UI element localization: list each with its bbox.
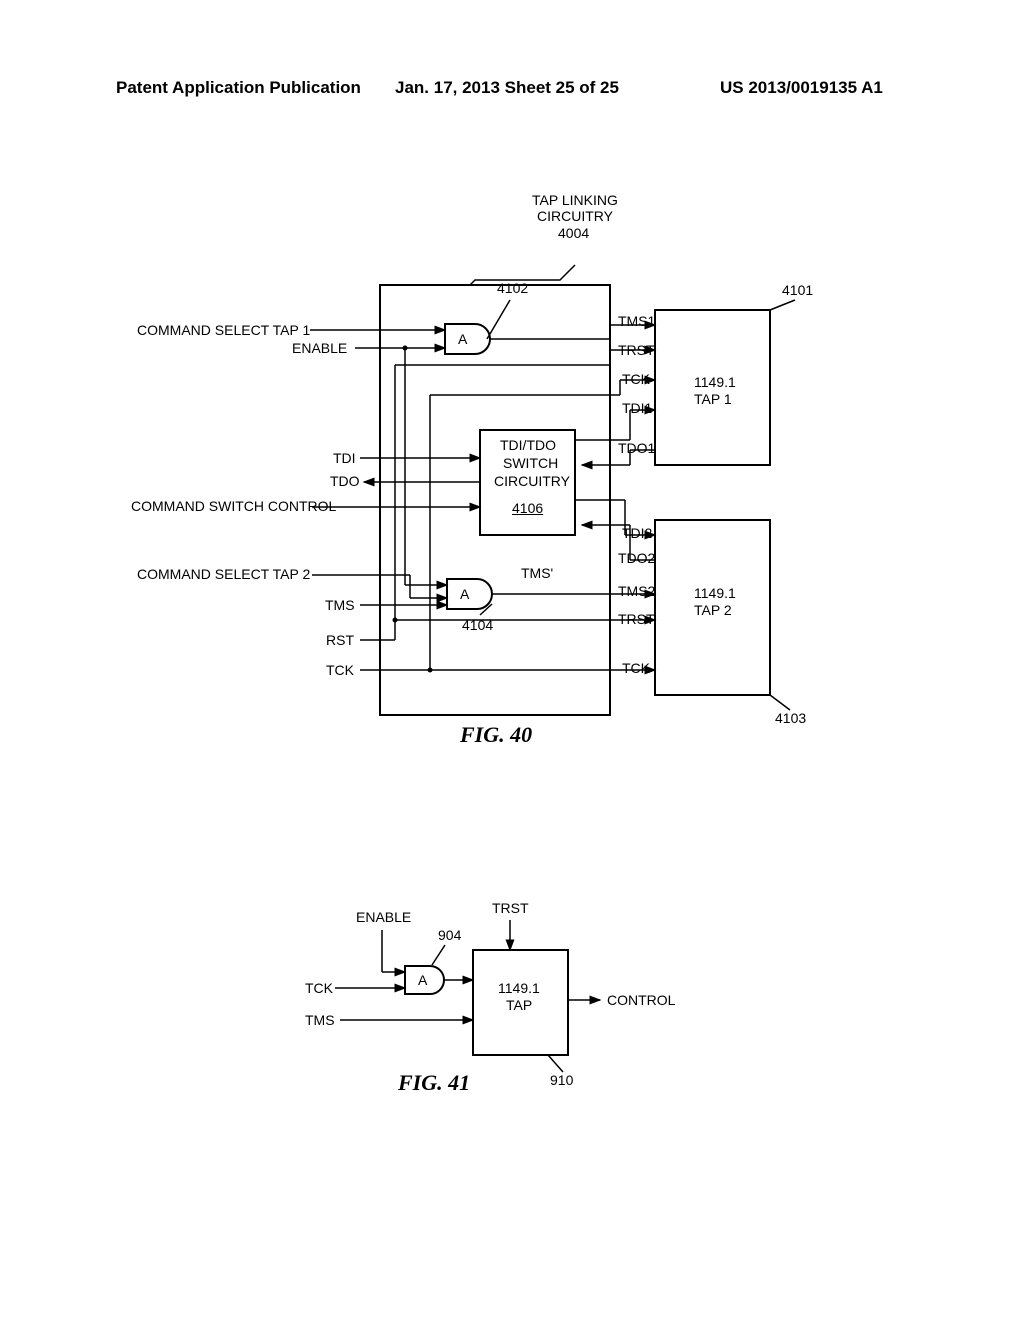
fig41-gate-a: A [418, 972, 427, 988]
fig41-block-id: 1149.1 [498, 980, 540, 996]
fig41-tck: TCK [305, 980, 333, 996]
fig41-tms: TMS [305, 1012, 335, 1028]
fig41-block-ref: 910 [550, 1072, 573, 1088]
fig41-caption: FIG. 41 [398, 1070, 470, 1096]
fig41-block-name: TAP [506, 997, 532, 1013]
fig41-enable: ENABLE [356, 909, 411, 925]
fig41-gate-ref: 904 [438, 927, 461, 943]
fig41-control: CONTROL [607, 992, 675, 1008]
fig41-trst: TRST [492, 900, 529, 916]
fig41-svg [0, 0, 1024, 1320]
